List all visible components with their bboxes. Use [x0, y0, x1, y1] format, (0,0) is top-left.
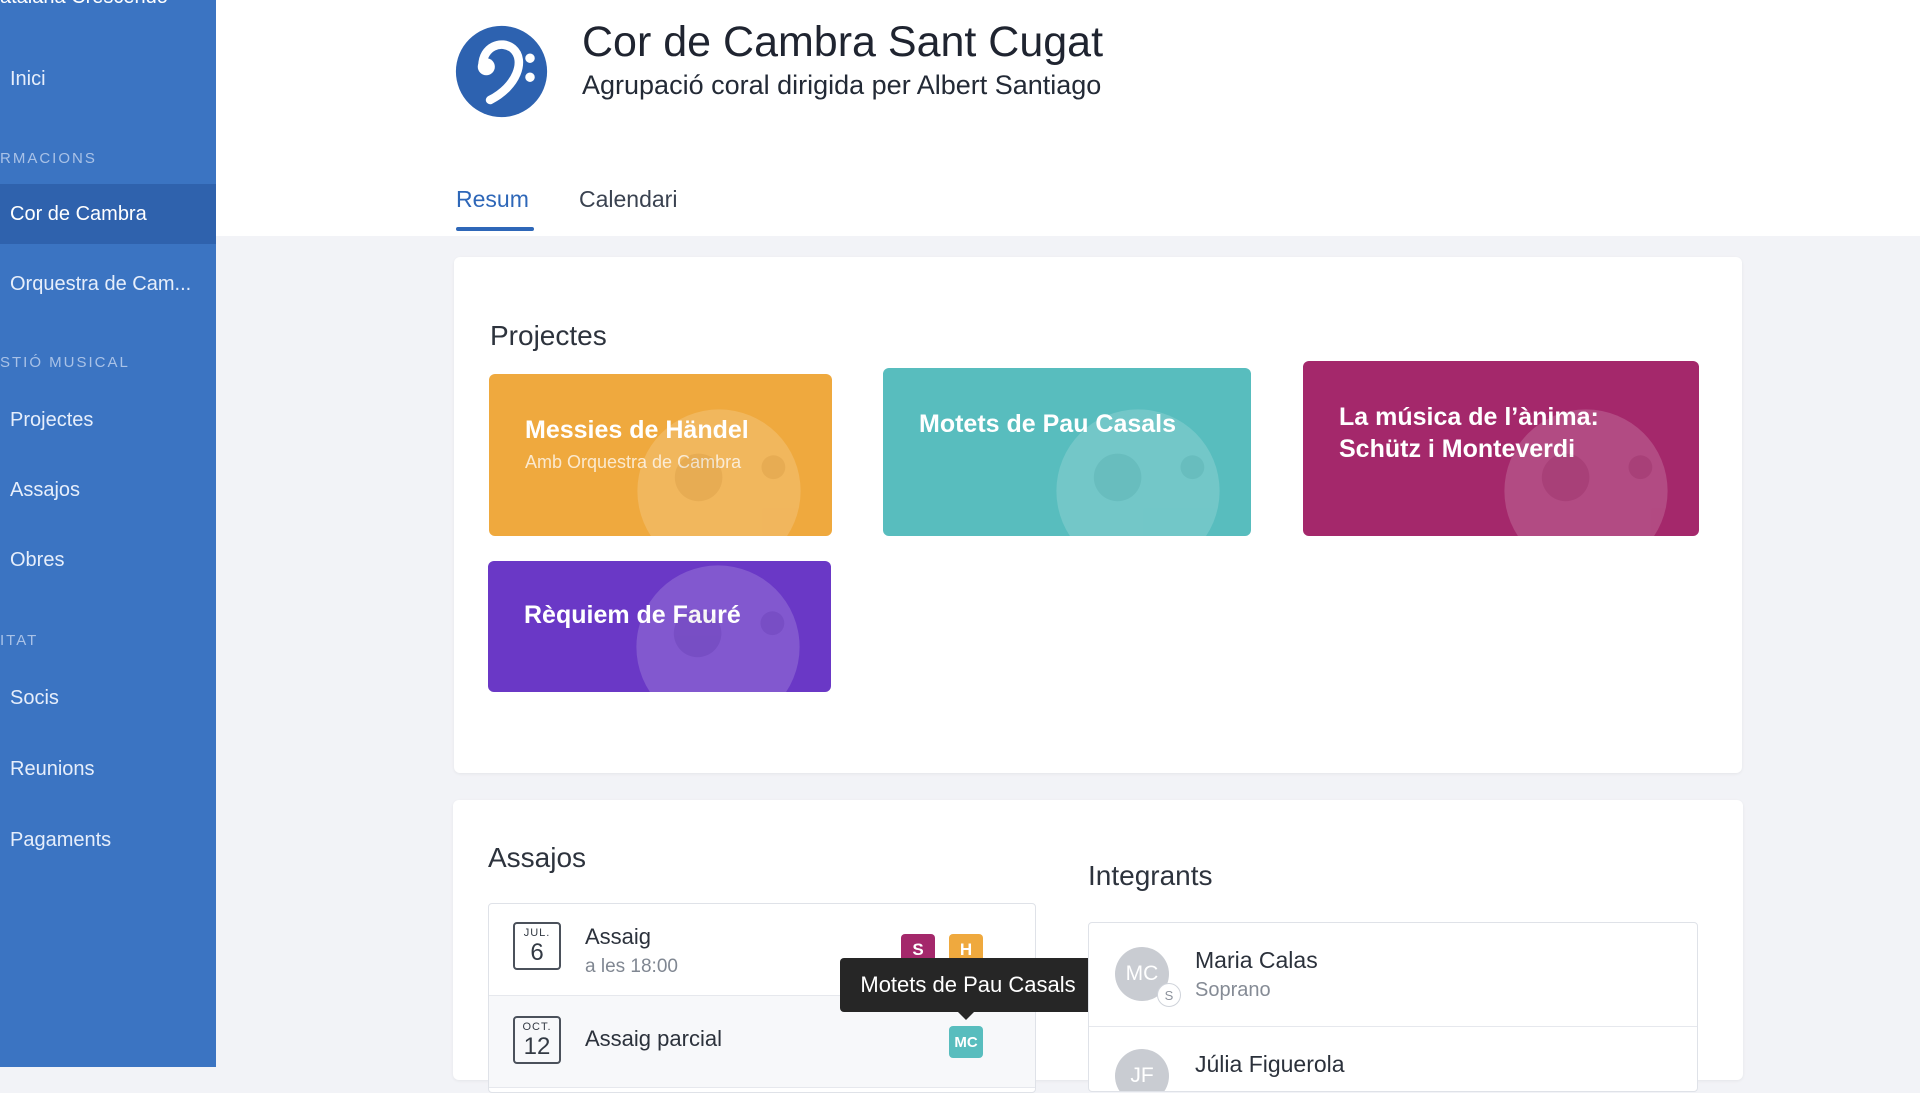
- page-title: Cor de Cambra Sant Cugat: [582, 18, 1104, 66]
- project-card-la-musica-de-lanima[interactable]: La música de l’ànima: Schütz i Monteverd…: [1303, 361, 1699, 536]
- tooltip-arrow: [958, 1012, 974, 1020]
- chip-tooltip: Motets de Pau Casals: [840, 958, 1096, 1012]
- project-chip[interactable]: MC: [949, 1026, 983, 1058]
- bass-clef-icon: [637, 409, 801, 536]
- sidebar-item-orquestra[interactable]: Orquestra de Cam...: [0, 254, 216, 314]
- sidebar-item-cor-de-cambra[interactable]: Cor de Cambra: [0, 184, 216, 244]
- member-name: Júlia Figuerola: [1195, 1051, 1345, 1077]
- sidebar: atalana Crescendo Inici RMACIONS Cor de …: [0, 0, 216, 1067]
- avatar: JF: [1115, 1049, 1169, 1091]
- project-card-messies[interactable]: Messies de Händel Amb Orquestra de Cambr…: [489, 374, 832, 536]
- sidebar-item-obres[interactable]: Obres: [0, 530, 216, 590]
- rehearsal-title: Assaig parcial: [585, 1026, 722, 1051]
- rehearsals-heading: Assajos: [488, 842, 587, 873]
- sidebar-item-projectes[interactable]: Projectes: [0, 390, 216, 450]
- date-day: 12: [523, 1033, 551, 1060]
- calendar-date-icon: OCT. 12: [513, 1016, 561, 1064]
- date-month: JUL.: [523, 927, 551, 939]
- voice-badge: S: [1157, 983, 1181, 1007]
- sidebar-item-assajos[interactable]: Assajos: [0, 460, 216, 520]
- members-heading: Integrants: [1088, 860, 1213, 891]
- app-name: atalana Crescendo: [0, 0, 168, 9]
- sidebar-item-pagaments[interactable]: Pagaments: [0, 810, 216, 870]
- bass-clef-icon: [1056, 409, 1220, 536]
- calendar-date-icon: JUL. 6: [513, 922, 561, 970]
- tab-calendari[interactable]: Calendari: [579, 186, 677, 213]
- date-month: OCT.: [522, 1021, 552, 1033]
- page-subtitle: Agrupació coral dirigida per Albert Sant…: [582, 70, 1102, 100]
- date-day: 6: [530, 939, 544, 966]
- bass-clef-icon: [455, 25, 548, 118]
- bass-clef-icon: [636, 565, 800, 692]
- sidebar-item-inici[interactable]: Inici: [0, 49, 216, 109]
- sidebar-section-gestio-musical: STIÓ MUSICAL: [0, 354, 130, 371]
- member-name: Maria Calas: [1195, 947, 1318, 973]
- sidebar-item-socis[interactable]: Socis: [0, 668, 216, 728]
- active-tab-indicator: [456, 227, 534, 231]
- project-card-requiem[interactable]: Rèquiem de Fauré: [488, 561, 831, 692]
- projects-heading: Projectes: [490, 320, 607, 351]
- sidebar-item-reunions[interactable]: Reunions: [0, 739, 216, 799]
- member-row[interactable]: MC S Maria Calas Soprano: [1089, 923, 1697, 1027]
- project-card-motets[interactable]: Motets de Pau Casals: [883, 368, 1251, 536]
- rehearsal-title: Assaig: [585, 924, 652, 949]
- sidebar-section-entitat: ITAT: [0, 632, 39, 649]
- bass-clef-icon: [1504, 409, 1668, 536]
- member-role: Soprano: [1195, 979, 1271, 1001]
- sidebar-section-formacions: RMACIONS: [0, 150, 97, 167]
- rehearsal-time: a les 18:00: [585, 956, 678, 977]
- member-row[interactable]: JF Júlia Figuerola: [1089, 1027, 1697, 1091]
- tab-resum[interactable]: Resum: [456, 186, 529, 213]
